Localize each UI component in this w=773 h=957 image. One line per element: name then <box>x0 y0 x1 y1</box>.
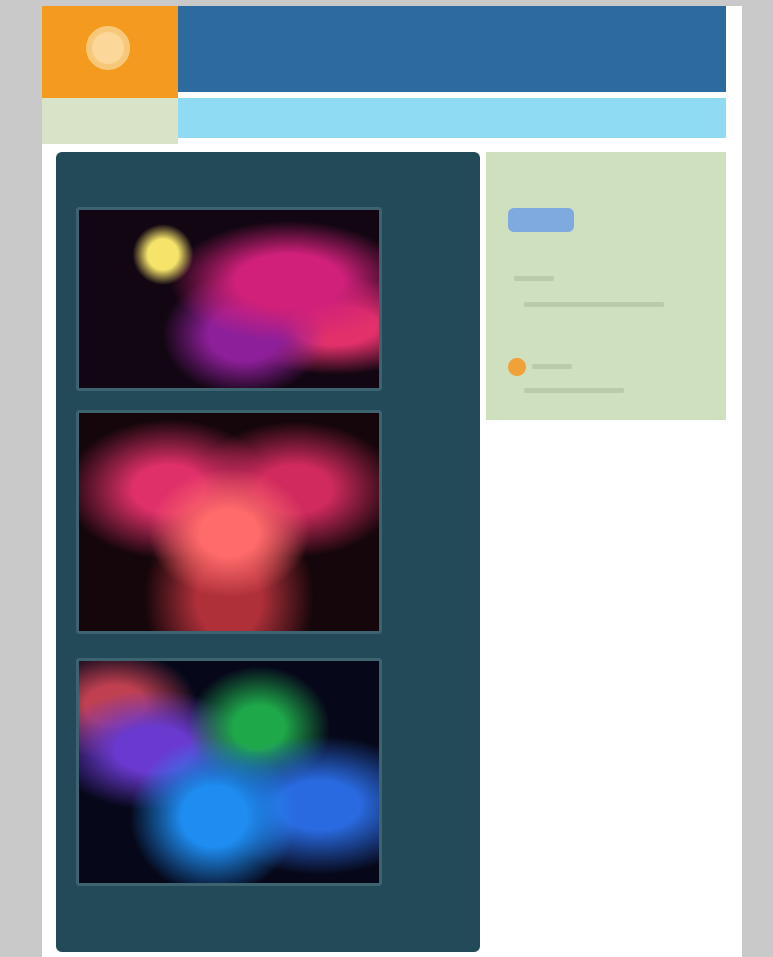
concert-photo-1[interactable] <box>76 207 382 391</box>
navigation-bar <box>178 98 726 138</box>
site-logo[interactable] <box>42 6 178 98</box>
circle-logo-icon <box>86 26 130 70</box>
sidebar-text-line <box>514 276 554 281</box>
feed-icon[interactable] <box>508 358 526 376</box>
main-content-panel <box>56 152 480 952</box>
sidebar-text-line <box>524 388 624 393</box>
concert-photo-3[interactable] <box>76 658 382 886</box>
page <box>42 6 742 957</box>
sidebar-text-line <box>524 302 664 307</box>
sidebar-text-line <box>532 364 572 369</box>
sidebar-button[interactable] <box>508 208 574 232</box>
subnav-left <box>42 98 178 144</box>
concert-photo-2[interactable] <box>76 410 382 634</box>
sidebar <box>486 152 726 420</box>
header-bar <box>178 6 726 92</box>
